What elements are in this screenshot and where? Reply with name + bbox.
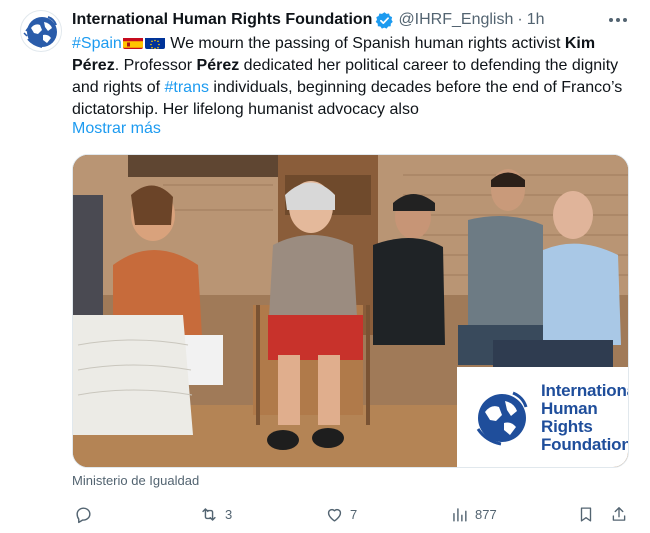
- ihrf-logo-text: International Human Rights Foundation: [541, 380, 629, 454]
- eu-flag-icon: [144, 36, 165, 49]
- show-more-link[interactable]: Mostrar más: [72, 120, 161, 138]
- more-options-icon[interactable]: [606, 10, 630, 30]
- bookmark-button[interactable]: [577, 505, 595, 524]
- tweet-media-photo[interactable]: International Human Rights Foundation: [72, 154, 629, 468]
- author-handle[interactable]: @IHRF_English: [398, 11, 513, 29]
- like-count: 7: [350, 507, 358, 522]
- logo-line-2: Human Rights: [541, 398, 598, 436]
- heart-icon: [327, 508, 342, 522]
- retweet-button[interactable]: 3: [199, 505, 232, 524]
- tweet-text-name-2: Pérez: [196, 57, 240, 74]
- like-button[interactable]: 7: [325, 505, 357, 524]
- retweet-count: 3: [225, 507, 233, 522]
- views-count: 877: [475, 507, 497, 522]
- media-caption: Ministerio de Igualdad: [72, 473, 200, 488]
- bookmark-icon: [580, 507, 592, 522]
- views-button[interactable]: 877: [450, 505, 497, 524]
- author-avatar[interactable]: [20, 10, 62, 52]
- reply-button[interactable]: [74, 505, 99, 524]
- logo-line-3: Foundation: [541, 434, 629, 454]
- tweet-text-part1: We mourn the passing of Spanish human ri…: [165, 35, 565, 52]
- tweet-text-part2: . Professor: [114, 57, 197, 74]
- tweet-header: International Human Rights Foundation @I…: [72, 9, 545, 31]
- tweet-actions-bar: 3 7 877: [72, 505, 632, 527]
- verified-badge-icon[interactable]: [375, 11, 394, 30]
- author-display-name[interactable]: International Human Rights Foundation: [72, 11, 372, 29]
- views-chart-icon: [453, 508, 467, 522]
- spain-flag-icon: [122, 36, 143, 49]
- reply-icon: [76, 507, 91, 524]
- share-icon: [612, 507, 626, 521]
- ihrf-globe-icon: [476, 391, 528, 445]
- tweet-card[interactable]: International Human Rights Foundation @I…: [0, 0, 650, 533]
- retweet-icon: [202, 508, 216, 521]
- share-button[interactable]: [610, 505, 628, 524]
- hashtag-trans[interactable]: #trans: [165, 79, 209, 96]
- separator-dot: ·: [517, 11, 523, 28]
- tweet-body: #Spain We mourn the passing of Spanish h…: [72, 33, 632, 121]
- globe-logo-icon: [23, 16, 57, 48]
- logo-line-1: International: [541, 380, 628, 400]
- ihrf-logo-banner: International Human Rights Foundation: [457, 367, 629, 467]
- hashtag-spain[interactable]: #Spain: [72, 35, 122, 52]
- tweet-timestamp[interactable]: 1h: [527, 11, 545, 29]
